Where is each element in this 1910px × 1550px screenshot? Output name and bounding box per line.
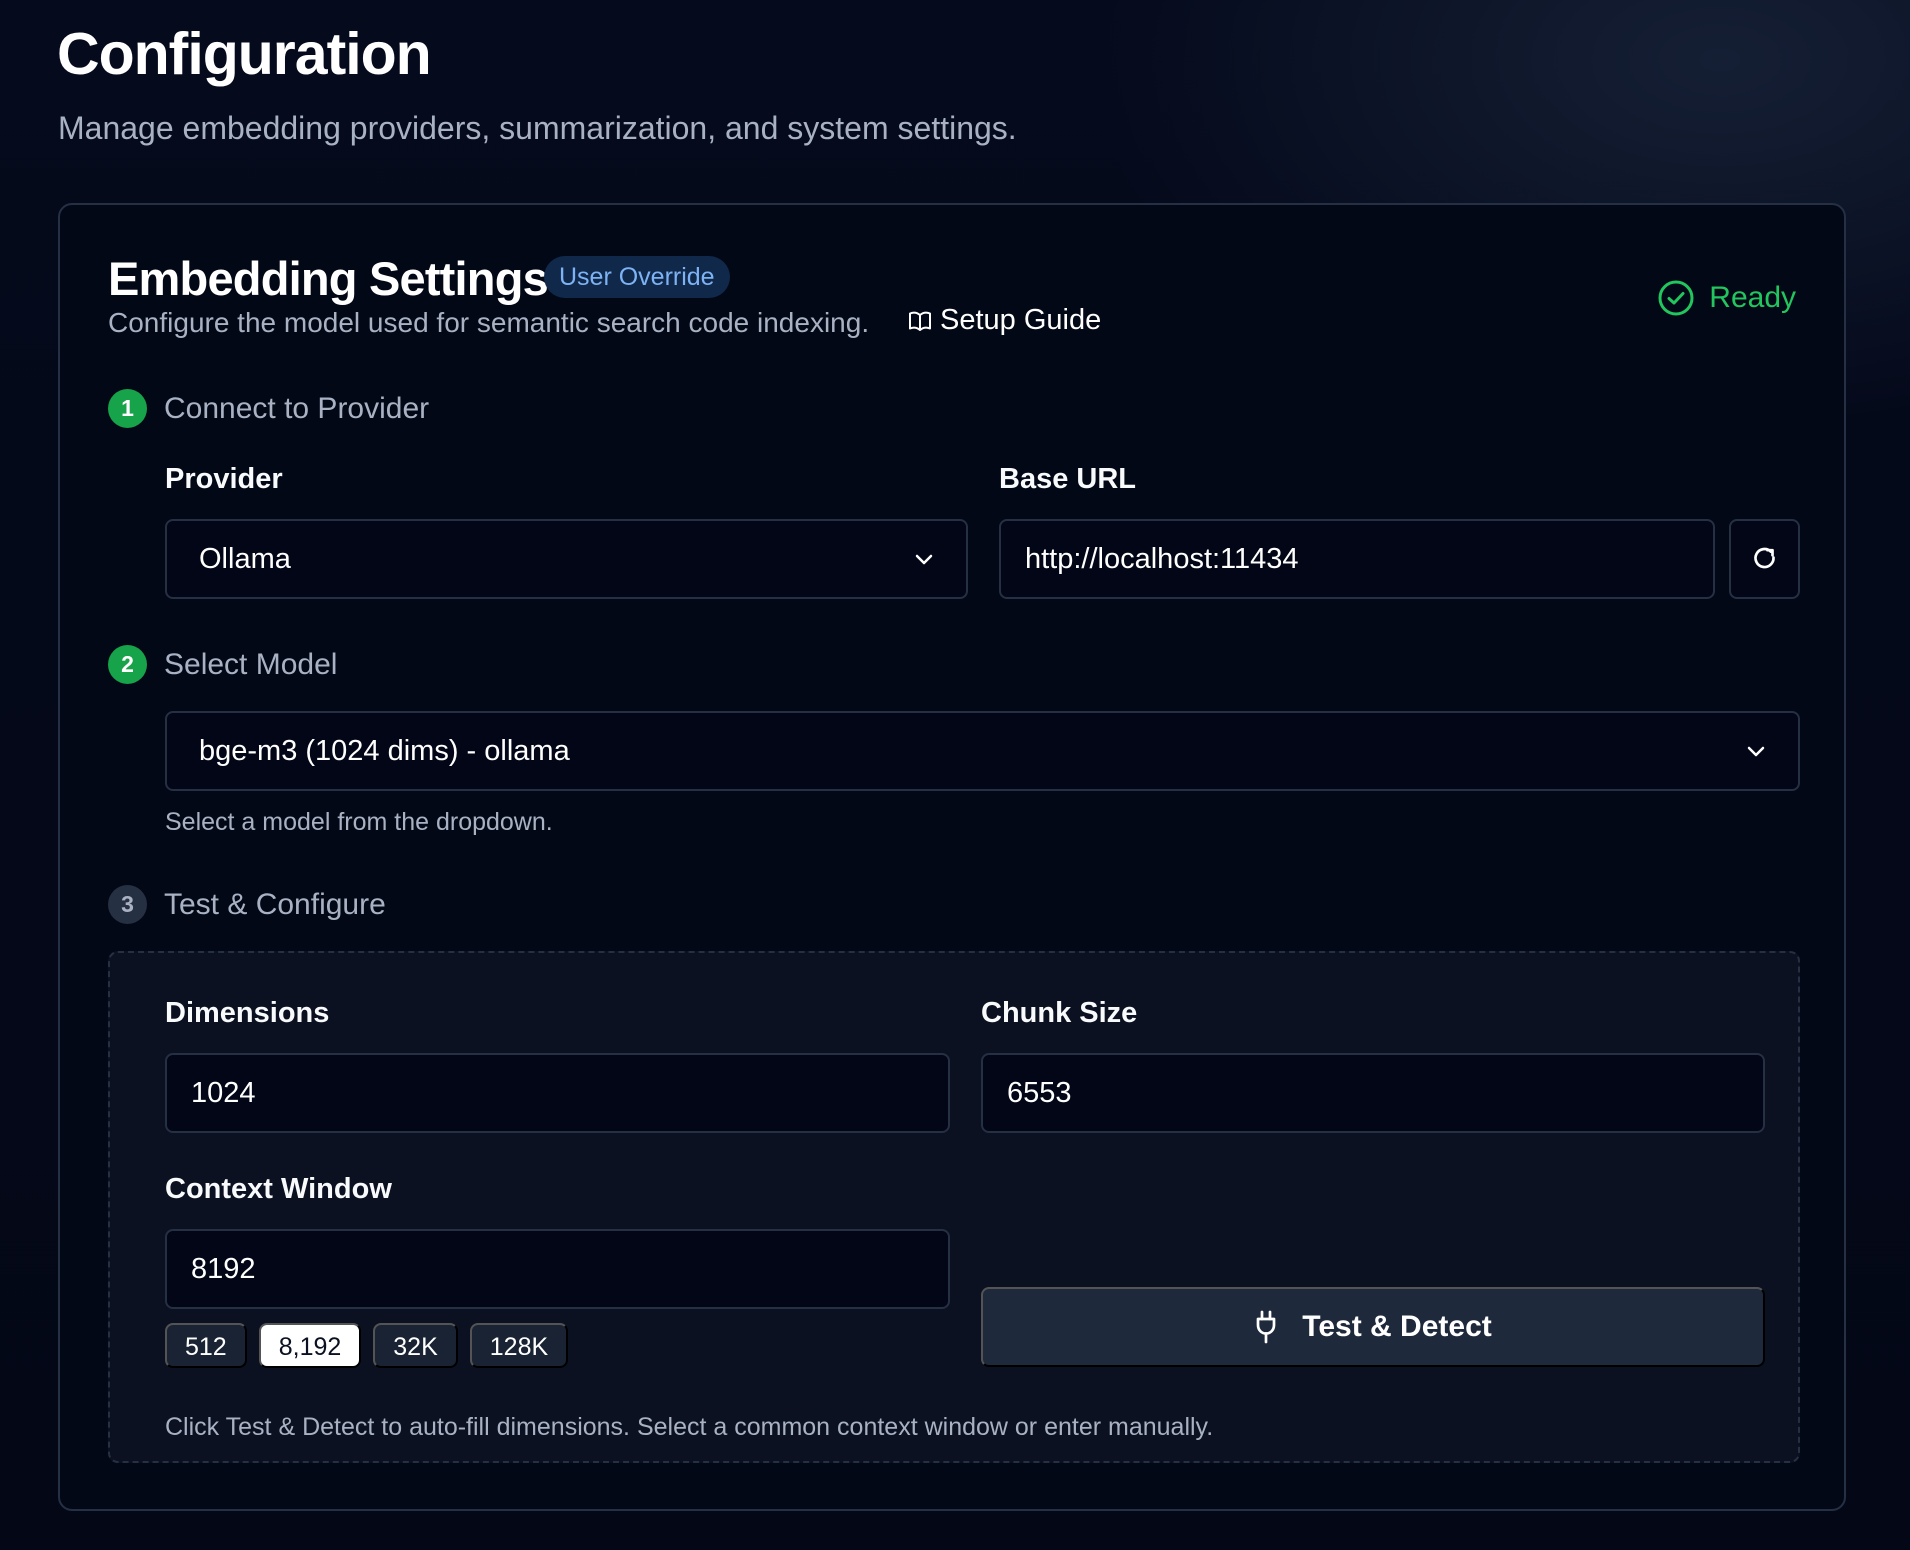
base-url-input[interactable]: [999, 519, 1715, 599]
step-test-configure: 3 Test & Configure: [108, 885, 386, 924]
step-number-1: 1: [108, 389, 147, 428]
context-preset-32k[interactable]: 32K: [373, 1323, 458, 1368]
provider-select[interactable]: Ollama: [165, 519, 968, 599]
model-select[interactable]: bge-m3 (1024 dims) - ollama: [165, 711, 1800, 791]
base-url-label: Base URL: [999, 463, 1136, 495]
test-helper-text: Click Test & Detect to auto-fill dimensi…: [165, 1413, 1214, 1441]
refresh-icon: [1753, 547, 1775, 569]
setup-guide-link[interactable]: Setup Guide: [908, 304, 1101, 337]
configuration-page: Configuration Manage embedding providers…: [0, 0, 1910, 1550]
chevron-down-icon: [915, 554, 933, 565]
provider-selected-value: Ollama: [199, 542, 291, 575]
book-icon: [909, 311, 931, 331]
check-circle-icon: [1658, 280, 1694, 316]
provider-label: Provider: [165, 463, 283, 495]
refresh-button[interactable]: [1729, 519, 1800, 599]
test-detect-button[interactable]: Test & Detect: [981, 1287, 1765, 1367]
test-detect-label: Test & Detect: [1302, 1310, 1492, 1343]
step-number-2: 2: [108, 645, 147, 684]
status-text: Ready: [1709, 281, 1796, 314]
step-connect-provider: 1 Connect to Provider: [108, 389, 429, 428]
status-indicator: Ready: [1657, 279, 1796, 317]
page-title: Configuration: [57, 21, 432, 87]
context-preset-128k[interactable]: 128K: [469, 1323, 569, 1368]
context-window-input[interactable]: [165, 1229, 950, 1309]
model-helper-text: Select a model from the dropdown.: [165, 808, 553, 836]
context-window-presets: 512 8,192 32K 128K: [165, 1323, 569, 1368]
step-label-test-configure: Test & Configure: [164, 887, 386, 921]
setup-guide-label: Setup Guide: [940, 304, 1102, 336]
test-configure-panel: Dimensions Chunk Size Context Window 512…: [108, 951, 1800, 1463]
dimensions-input[interactable]: [165, 1053, 950, 1133]
user-override-badge: User Override: [544, 256, 730, 298]
page-subtitle: Manage embedding providers, summarizatio…: [58, 110, 1017, 146]
chevron-down-icon: [1747, 746, 1765, 757]
chunk-size-input[interactable]: [981, 1053, 1765, 1133]
context-preset-8192[interactable]: 8,192: [258, 1323, 362, 1368]
step-select-model: 2 Select Model: [108, 645, 337, 684]
step-number-3: 3: [108, 885, 147, 924]
context-window-label: Context Window: [165, 1173, 392, 1205]
context-preset-512[interactable]: 512: [165, 1323, 247, 1368]
dimensions-label: Dimensions: [165, 997, 330, 1029]
chunk-size-label: Chunk Size: [981, 997, 1138, 1029]
model-selected-value: bge-m3 (1024 dims) - ollama: [199, 734, 570, 767]
step-label-connect-provider: Connect to Provider: [164, 391, 430, 425]
embedding-settings-description: Configure the model used for semantic se…: [108, 307, 870, 338]
step-label-select-model: Select Model: [164, 647, 338, 681]
embedding-settings-title: Embedding Settings: [108, 252, 549, 305]
plug-icon: [1256, 1310, 1276, 1344]
embedding-settings-card: Embedding Settings User Override Configu…: [58, 203, 1846, 1511]
